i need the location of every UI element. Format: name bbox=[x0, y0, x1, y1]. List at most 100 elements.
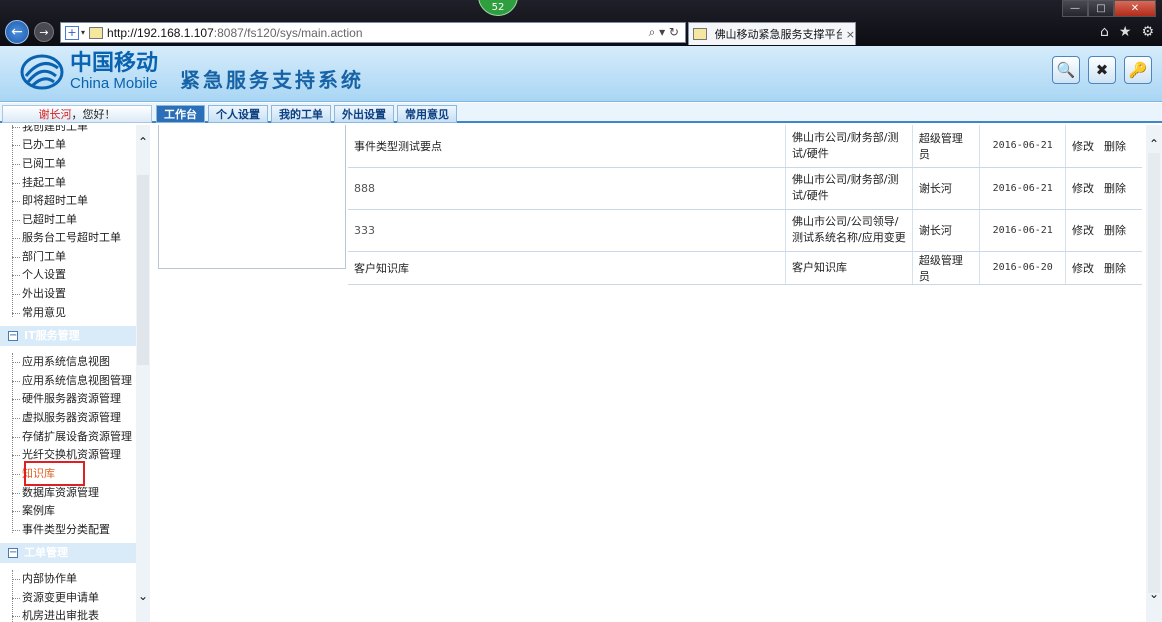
search-refresh-icons[interactable]: ⌕ ▾ ↻ bbox=[649, 25, 679, 40]
row-dept: 客户知识库 bbox=[785, 251, 913, 285]
dropdown-caret-icon[interactable]: ▾ bbox=[81, 28, 85, 37]
main-scrollbar[interactable]: ⌃ ⌄ bbox=[1146, 125, 1162, 622]
row-actions: 修改 删除 bbox=[1065, 251, 1142, 285]
sidebar-item-suspended-orders[interactable]: 挂起工单 bbox=[12, 174, 66, 192]
sidebar-item-service-desk-timeout[interactable]: 服务台工号超时工单 bbox=[12, 229, 121, 247]
key-icon[interactable]: 🔑 bbox=[1124, 56, 1152, 84]
main-scroll-thumb[interactable] bbox=[1148, 153, 1160, 593]
close-window-button[interactable]: ✕ bbox=[1114, 0, 1156, 17]
tab-my-work-orders[interactable]: 我的工单 bbox=[271, 105, 331, 123]
table-row[interactable]: 888 佛山市公司/财务部/测试/硬件 谢长河 2016-06-21 修改 删除 bbox=[348, 167, 1142, 210]
tab-close-icon[interactable]: × bbox=[846, 28, 855, 41]
knowledge-base-table: 事件类型测试要点 佛山市公司/财务部/测试/硬件 超级管理员 2016-06-2… bbox=[348, 125, 1142, 285]
delete-link[interactable]: 删除 bbox=[1104, 224, 1126, 237]
url-path: :8087/fs120/sys/main.action bbox=[213, 25, 363, 40]
back-button[interactable]: ← bbox=[5, 20, 29, 44]
row-title: 客户知识库 bbox=[348, 251, 787, 285]
add-tab-icon[interactable]: + bbox=[65, 25, 79, 40]
sidebar-item-personal-settings[interactable]: 个人设置 bbox=[12, 266, 66, 284]
address-bar[interactable]: + ▾ http://192.168.1.107:8087/fs120/sys/… bbox=[60, 22, 686, 43]
tab-count-badge[interactable]: 52 bbox=[478, 0, 518, 16]
greeting-username: 谢长河 bbox=[38, 108, 72, 121]
tab-away-settings[interactable]: 外出设置 bbox=[334, 105, 394, 123]
sidebar-scroll-thumb[interactable] bbox=[137, 175, 149, 365]
sidebar-item-away-settings[interactable]: 外出设置 bbox=[12, 285, 66, 303]
user-greeting: 谢长河，您好！ bbox=[2, 105, 152, 123]
table-row[interactable]: 事件类型测试要点 佛山市公司/财务部/测试/硬件 超级管理员 2016-06-2… bbox=[348, 125, 1142, 168]
edit-link[interactable]: 修改 bbox=[1072, 140, 1094, 153]
maximize-button[interactable]: □ bbox=[1088, 0, 1114, 17]
tab-favicon-icon bbox=[693, 28, 707, 40]
gear-icon[interactable]: ⚙ bbox=[1141, 24, 1154, 40]
row-date: 2016-06-21 bbox=[979, 209, 1066, 252]
edit-link[interactable]: 修改 bbox=[1072, 182, 1094, 195]
tab-workbench[interactable]: 工作台 bbox=[156, 105, 205, 123]
scroll-down-icon[interactable]: ⌄ bbox=[1146, 587, 1162, 601]
row-dept: 佛山市公司/公司领导/测试系统名称/应用变更 bbox=[785, 209, 913, 252]
delete-link[interactable]: 删除 bbox=[1104, 182, 1126, 195]
row-user: 谢长河 bbox=[912, 209, 981, 252]
edit-link[interactable]: 修改 bbox=[1072, 224, 1094, 237]
scroll-up-icon[interactable]: ⌃ bbox=[136, 135, 150, 149]
edit-link[interactable]: 修改 bbox=[1072, 262, 1094, 275]
sidebar-item-internal-collab[interactable]: 内部协作单 bbox=[12, 570, 77, 588]
sidebar-item-created-orders[interactable]: 我创建的工单 bbox=[12, 125, 88, 136]
knowledge-base-highlight bbox=[24, 461, 85, 486]
sidebar-item-vm-server-mgmt[interactable]: 虚拟服务器资源管理 bbox=[12, 409, 121, 427]
sidebar-item-near-timeout[interactable]: 即将超时工单 bbox=[12, 192, 88, 210]
sidebar-item-done-orders[interactable]: 已办工单 bbox=[12, 136, 66, 154]
row-title: 888 bbox=[348, 167, 787, 210]
app-header: 中国移动 China Mobile 紧急服务支持系统 🔍 ✖ 🔑 bbox=[0, 46, 1162, 102]
sidebar-item-app-info-view[interactable]: 应用系统信息视图 bbox=[12, 353, 110, 371]
tree-line bbox=[12, 570, 13, 622]
collapse-icon[interactable]: − bbox=[8, 548, 18, 558]
table-row[interactable]: 333 佛山市公司/公司领导/测试系统名称/应用变更 谢长河 2016-06-2… bbox=[348, 209, 1142, 252]
minimize-button[interactable]: — bbox=[1062, 0, 1088, 17]
sidebar-item-common-opinions[interactable]: 常用意见 bbox=[12, 304, 66, 322]
left-panel bbox=[158, 125, 346, 269]
browser-toolbar-icons: ⌂ ★ ⚙ bbox=[1100, 24, 1154, 40]
sidebar-item-app-info-view-mgmt[interactable]: 应用系统信息视图管理 bbox=[12, 372, 132, 390]
forward-button[interactable]: → bbox=[34, 22, 54, 42]
sidebar-section-it[interactable]: − IT服务管理 bbox=[0, 326, 136, 346]
sidebar-item-machine-room[interactable]: 机房进出审批表 bbox=[12, 607, 99, 622]
row-dept: 佛山市公司/财务部/测试/硬件 bbox=[785, 125, 913, 168]
system-title: 紧急服务支持系统 bbox=[180, 68, 364, 92]
sidebar-item-resource-change[interactable]: 资源变更申请单 bbox=[12, 589, 99, 607]
row-date: 2016-06-21 bbox=[979, 167, 1066, 210]
browser-tab-title: 佛山移动紧急服务支撑平台... bbox=[714, 28, 842, 41]
main-tabs: 工作台 个人设置 我的工单 外出设置 常用意见 bbox=[156, 105, 457, 123]
scroll-up-icon[interactable]: ⌃ bbox=[1146, 137, 1162, 151]
table-row[interactable]: 客户知识库 客户知识库 超级管理员 2016-06-20 修改 删除 bbox=[348, 251, 1142, 285]
china-mobile-logo-icon bbox=[20, 54, 64, 90]
tools-icon[interactable]: ✖ bbox=[1088, 56, 1116, 84]
sidebar-item-event-type-config[interactable]: 事件类型分类配置 bbox=[12, 521, 110, 539]
sidebar-item-timed-out[interactable]: 已超时工单 bbox=[12, 211, 77, 229]
sidebar-item-read-orders[interactable]: 已阅工单 bbox=[12, 155, 66, 173]
home-icon[interactable]: ⌂ bbox=[1100, 24, 1109, 40]
favorites-star-icon[interactable]: ★ bbox=[1119, 24, 1132, 40]
sidebar-item-db-mgmt[interactable]: 数据库资源管理 bbox=[12, 484, 99, 502]
delete-link[interactable]: 删除 bbox=[1104, 140, 1126, 153]
browser-tab[interactable]: 佛山移动紧急服务支撑平台... × bbox=[688, 22, 856, 45]
collapse-icon[interactable]: − bbox=[8, 331, 18, 341]
main-content: 事件类型测试要点 佛山市公司/财务部/测试/硬件 超级管理员 2016-06-2… bbox=[152, 125, 1148, 622]
tab-row: 谢长河，您好！ 工作台 个人设置 我的工单 外出设置 常用意见 bbox=[0, 103, 1162, 123]
window-controls: — □ ✕ bbox=[1062, 0, 1156, 17]
sidebar-item-storage-mgmt[interactable]: 存储扩展设备资源管理 bbox=[12, 428, 132, 446]
url-host: http://192.168.1.107 bbox=[107, 25, 214, 40]
sidebar-section-work-orders[interactable]: − 工单管理 bbox=[0, 543, 136, 563]
sidebar-item-dept-orders[interactable]: 部门工单 bbox=[12, 248, 66, 266]
sidebar-scrollbar[interactable]: ⌃ ⌄ bbox=[136, 125, 150, 622]
tab-personal-settings[interactable]: 个人设置 bbox=[208, 105, 268, 123]
url-text[interactable]: http://192.168.1.107:8087/fs120/sys/main… bbox=[107, 26, 363, 40]
row-date: 2016-06-20 bbox=[979, 251, 1066, 285]
delete-link[interactable]: 删除 bbox=[1104, 262, 1126, 275]
sidebar-item-hw-server-mgmt[interactable]: 硬件服务器资源管理 bbox=[12, 390, 121, 408]
scroll-down-icon[interactable]: ⌄ bbox=[136, 589, 150, 603]
sidebar-item-case-library[interactable]: 案例库 bbox=[12, 502, 55, 520]
forward-arrow-icon: → bbox=[39, 25, 49, 39]
search-icon[interactable]: 🔍 bbox=[1052, 56, 1080, 84]
row-actions: 修改 删除 bbox=[1065, 125, 1142, 168]
tab-common-opinions[interactable]: 常用意见 bbox=[397, 105, 457, 123]
